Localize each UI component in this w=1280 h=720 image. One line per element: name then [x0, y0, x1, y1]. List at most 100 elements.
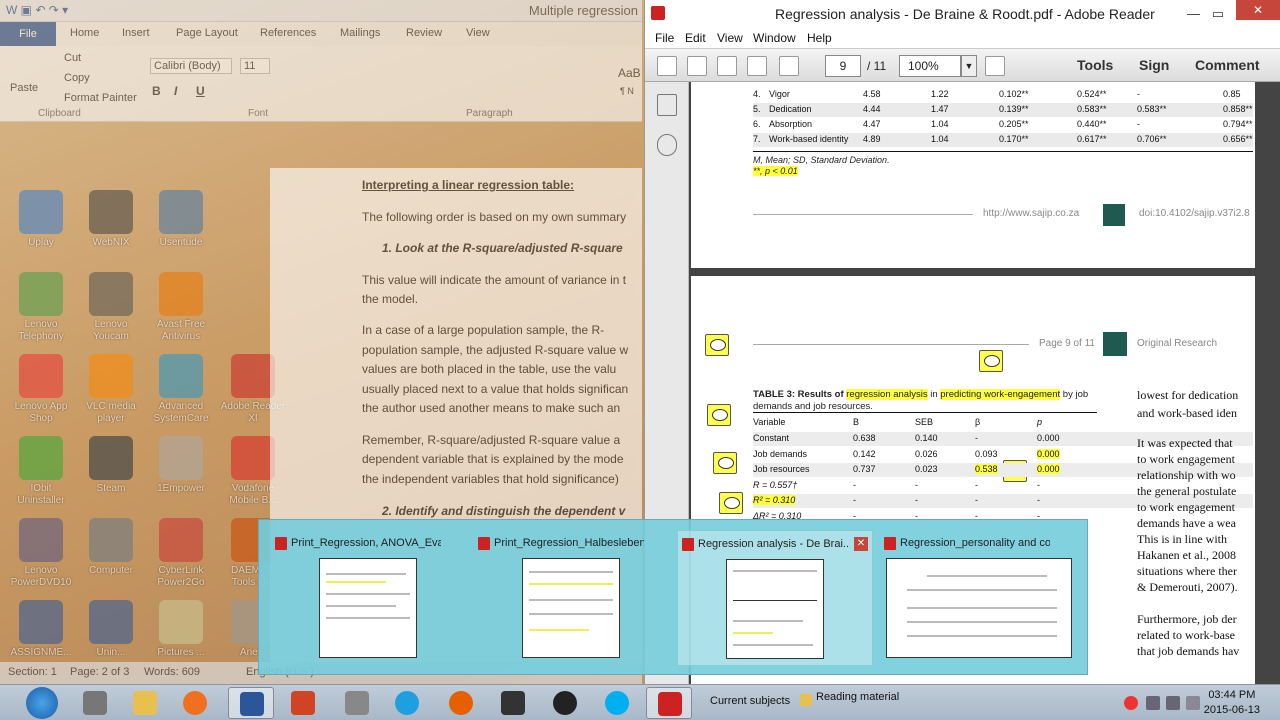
- table-cell: Absorption: [769, 119, 813, 129]
- minimize-icon[interactable]: —: [1187, 6, 1200, 21]
- start-button[interactable]: [26, 687, 58, 719]
- thumbnail-window[interactable]: Regression_personality and con...: [880, 530, 1076, 666]
- status-page[interactable]: Page: 2 of 3: [70, 666, 129, 678]
- paste-button[interactable]: Paste: [10, 82, 38, 94]
- tab-home[interactable]: Home: [70, 27, 99, 39]
- taskbar-app[interactable]: [490, 687, 536, 719]
- chevron-down-icon[interactable]: ▼: [961, 55, 977, 77]
- save-icon[interactable]: [779, 56, 799, 76]
- taskbar-file-explorer[interactable]: [122, 687, 168, 719]
- table-header-cell: B: [853, 417, 860, 427]
- comment-note-icon[interactable]: [705, 334, 729, 356]
- close-icon[interactable]: ✕: [854, 537, 868, 551]
- taskbar-app[interactable]: [334, 687, 380, 719]
- table-row: 6. Absorption 4.47 1.04 0.205** 0.440** - 0.794…: [753, 118, 1253, 132]
- taskbar-thumbnail-preview: Print_Regression, ANOVA_Evans... Print_R…: [258, 519, 1088, 675]
- menu-help[interactable]: Help: [807, 31, 832, 45]
- table-cell: 0.617**: [1077, 134, 1107, 144]
- network-icon[interactable]: [1146, 696, 1160, 710]
- table-cell: 0.737: [853, 464, 876, 474]
- attachments-icon[interactable]: [656, 134, 677, 156]
- table-cell: 0.023: [915, 464, 938, 474]
- taskbar-internet-explorer[interactable]: [384, 687, 430, 719]
- status-words[interactable]: Words: 609: [144, 666, 200, 678]
- doc-paragraph-line: Remember, R-square/adjusted R-square val…: [362, 433, 621, 447]
- toolbar-current-subjects[interactable]: Current subjects: [710, 695, 790, 707]
- thumbnail-preview-image: [522, 558, 620, 658]
- tab-view[interactable]: View: [466, 27, 490, 39]
- create-pdf-icon[interactable]: [657, 56, 677, 76]
- flag-icon[interactable]: [1186, 696, 1200, 710]
- sign-button[interactable]: Sign: [1139, 57, 1169, 73]
- thumbnail-preview-image: [319, 558, 417, 658]
- table-cell: 1.04: [931, 134, 949, 144]
- italic-button[interactable]: I: [174, 84, 177, 98]
- close-icon[interactable]: ✕: [1236, 0, 1280, 20]
- style-normal[interactable]: AaB: [618, 66, 641, 80]
- obs-icon: [553, 691, 577, 715]
- tab-review[interactable]: Review: [406, 27, 442, 39]
- copy-button[interactable]: Copy: [64, 72, 90, 84]
- cut-button[interactable]: Cut: [64, 52, 81, 64]
- menu-edit[interactable]: Edit: [685, 31, 706, 45]
- thumbnail-window[interactable]: Print_Regression_Halbesleben _...: [474, 530, 670, 666]
- menu-file[interactable]: File: [655, 31, 674, 45]
- table-cell: 0.638: [853, 433, 876, 443]
- pages-panel-icon[interactable]: [656, 94, 677, 116]
- font-size-select[interactable]: 11: [240, 58, 270, 74]
- thumbnail-window[interactable]: Print_Regression, ANOVA_Evans...: [271, 530, 467, 666]
- tab-page-layout[interactable]: Page Layout: [176, 27, 238, 39]
- system-clock[interactable]: 03:44 PM 2015-06-13: [1204, 688, 1260, 718]
- tools-button[interactable]: Tools: [1077, 57, 1113, 73]
- taskbar-adobe-reader[interactable]: [646, 687, 692, 719]
- tab-mailings[interactable]: Mailings: [340, 27, 380, 39]
- font-name-select[interactable]: Calibri (Body): [150, 58, 232, 74]
- page-count: / 11: [867, 59, 887, 73]
- table-cell: -: [1137, 89, 1140, 99]
- underline-button[interactable]: U: [196, 84, 205, 98]
- comment-button[interactable]: Comment: [1195, 57, 1260, 73]
- bold-button[interactable]: B: [152, 84, 161, 98]
- taskbar-powerpoint[interactable]: [280, 687, 326, 719]
- tab-insert[interactable]: Insert: [122, 27, 150, 39]
- format-painter-button[interactable]: Format Painter: [64, 92, 137, 104]
- table-cell: -: [975, 495, 978, 505]
- footer-url[interactable]: http://www.sajip.co.za: [983, 208, 1079, 219]
- edit-icon[interactable]: [717, 56, 737, 76]
- fit-page-icon[interactable]: [985, 56, 1005, 76]
- thumbnail-window-active[interactable]: Regression analysis - De Brai... ✕: [677, 530, 873, 666]
- maximize-icon[interactable]: ▭: [1212, 6, 1224, 22]
- status-section[interactable]: Section: 1: [8, 666, 57, 678]
- comment-note-icon[interactable]: [979, 350, 1003, 372]
- comment-note-icon[interactable]: [707, 404, 731, 426]
- taskbar-firefox[interactable]: [438, 687, 484, 719]
- taskbar-app[interactable]: [72, 687, 118, 719]
- tab-references[interactable]: References: [260, 27, 316, 39]
- table-cell: -: [1137, 119, 1140, 129]
- doc-paragraph-line: dependent variable that is explained by …: [362, 452, 624, 466]
- page-number-input[interactable]: 9: [825, 55, 861, 77]
- word-quick-access-toolbar[interactable]: W ▣ ↶ ↷ ▾: [6, 3, 68, 17]
- taskbar-media-player[interactable]: [172, 687, 218, 719]
- tab-file[interactable]: File: [0, 22, 56, 46]
- article-text-line: the general postulate: [1137, 484, 1237, 498]
- table-cell: 0.656**: [1223, 134, 1253, 144]
- zoom-select[interactable]: 100%: [899, 55, 961, 77]
- upload-icon[interactable]: [747, 56, 767, 76]
- volume-icon[interactable]: [1166, 696, 1180, 710]
- comment-note-icon[interactable]: [719, 492, 743, 514]
- menu-view[interactable]: View: [717, 31, 743, 45]
- skype-icon: [605, 691, 629, 715]
- table-cell: 1.22: [931, 89, 949, 99]
- toolbar-reading-material[interactable]: Reading material: [816, 691, 899, 703]
- taskbar-word[interactable]: [228, 687, 274, 719]
- taskbar-obs[interactable]: [542, 687, 588, 719]
- power-icon[interactable]: [1124, 696, 1138, 710]
- menu-window[interactable]: Window: [753, 31, 796, 45]
- table-header-cell: SEB: [915, 417, 934, 427]
- comment-note-icon[interactable]: [713, 452, 737, 474]
- export-pdf-icon[interactable]: [687, 56, 707, 76]
- taskbar-skype[interactable]: [594, 687, 640, 719]
- table-cell: 0.524**: [1077, 89, 1107, 99]
- ie-icon: [395, 691, 419, 715]
